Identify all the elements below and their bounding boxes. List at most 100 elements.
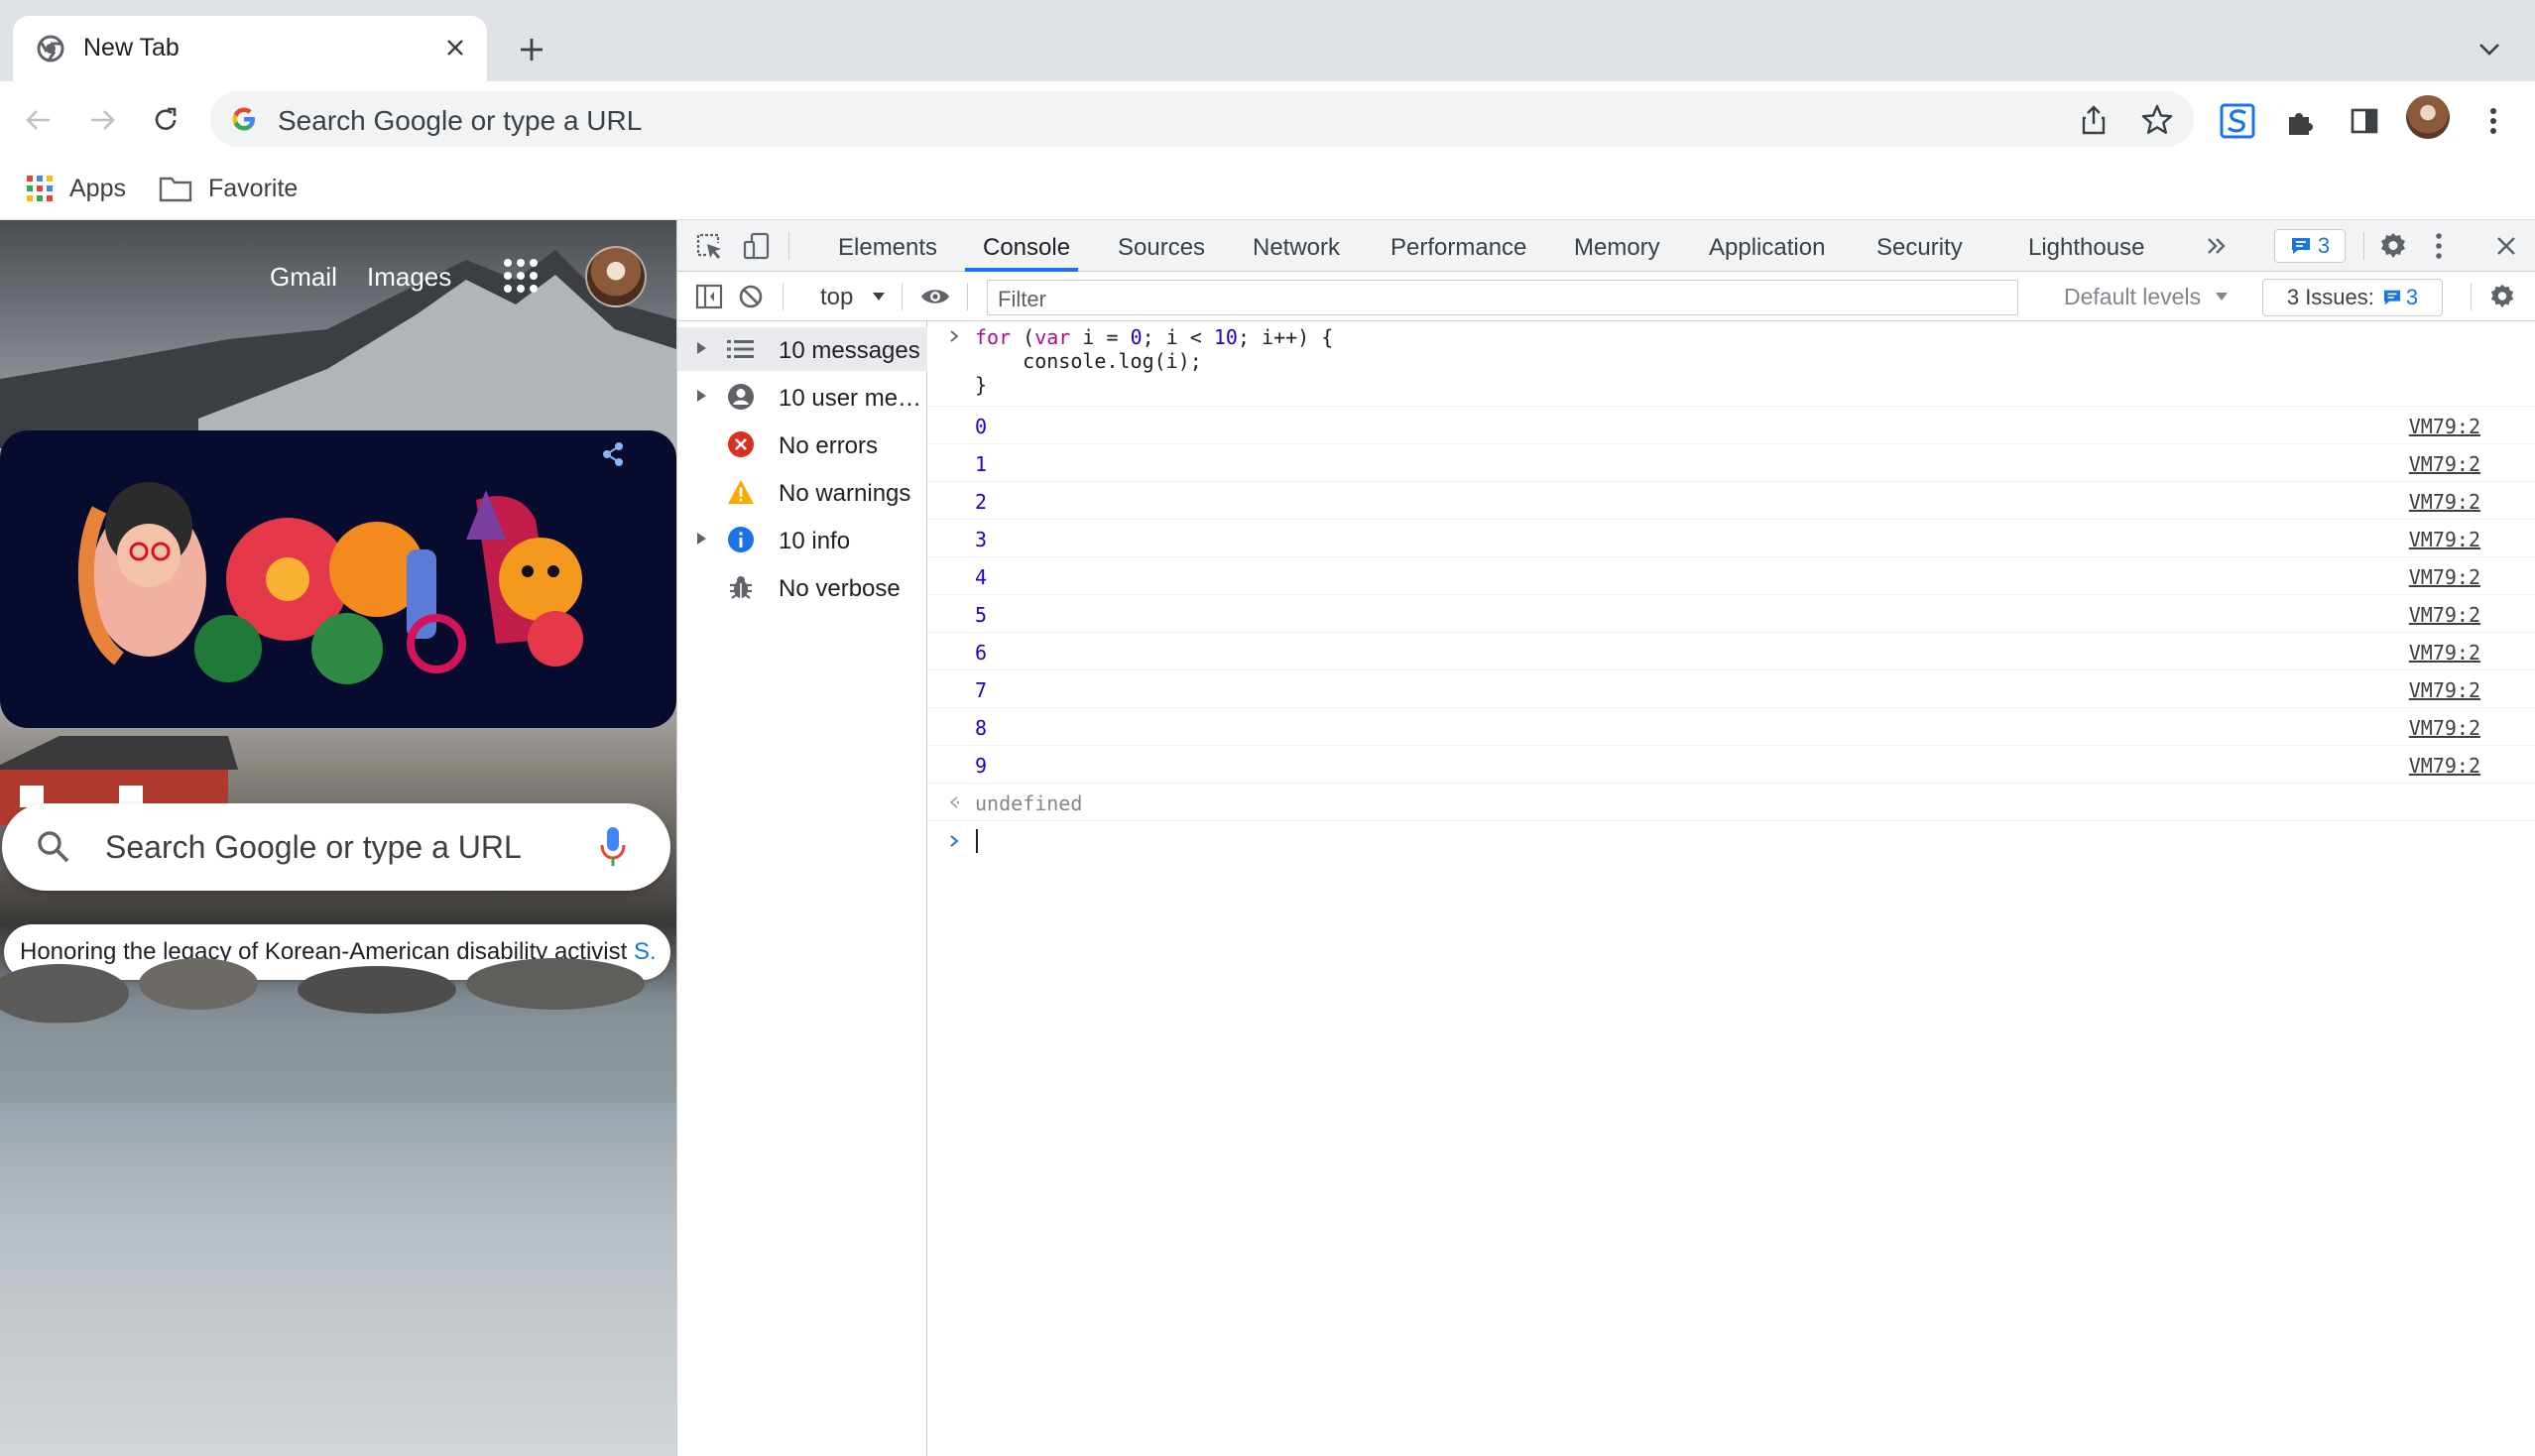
toolbar-divider	[788, 232, 789, 260]
address-bar[interactable]: Search Google or type a URL	[210, 91, 2194, 147]
google-apps-button[interactable]	[501, 256, 541, 296]
expand-triangle-icon[interactable]	[697, 390, 706, 402]
device-toolbar-button[interactable]	[739, 228, 775, 264]
forward-button[interactable]	[81, 99, 123, 141]
chrome-menu-button[interactable]	[2474, 101, 2513, 141]
profile-avatar[interactable]	[2406, 95, 2450, 139]
clear-console-button[interactable]	[733, 279, 769, 314]
expand-triangle-icon[interactable]	[697, 533, 706, 545]
tab-search-button[interactable]	[2470, 30, 2509, 69]
tab-application[interactable]: Application	[1709, 234, 1825, 262]
tab-security[interactable]: Security	[1876, 234, 1963, 262]
share-icon[interactable]	[2077, 103, 2111, 137]
inspect-element-button[interactable]	[691, 228, 727, 264]
console-settings-button[interactable]	[2484, 279, 2520, 314]
bookmark-apps[interactable]: Apps	[26, 169, 126, 208]
log-source-link[interactable]: VM79:2	[2409, 716, 2480, 740]
side-panel-button[interactable]	[2345, 101, 2384, 141]
bookmark-folder-favorite[interactable]: Favorite	[159, 169, 298, 208]
chrome-icon	[37, 35, 64, 62]
console-filter-input[interactable]: Filter	[987, 280, 2018, 315]
log-value: 0	[975, 415, 988, 438]
sidebar-item-info[interactable]: 10 info	[677, 518, 927, 561]
dropdown-arrow-icon	[873, 293, 885, 301]
doodle-illustration	[77, 482, 583, 684]
account-avatar[interactable]	[585, 246, 647, 307]
log-source-link[interactable]: VM79:2	[2409, 490, 2480, 514]
log-source-link[interactable]: VM79:2	[2409, 603, 2480, 627]
sidebar-item-verbose[interactable]: No verbose	[677, 565, 927, 609]
log-source-link[interactable]: VM79:2	[2409, 415, 2480, 438]
log-source-link[interactable]: VM79:2	[2409, 678, 2480, 702]
console-prompt-input[interactable]	[927, 821, 2535, 861]
extensions-button[interactable]	[2281, 101, 2321, 141]
tab-memory[interactable]: Memory	[1574, 234, 1660, 262]
back-button[interactable]	[18, 99, 60, 141]
tab-title: New Tab	[83, 34, 180, 61]
sidebar-item-user-messages[interactable]: 10 user me…	[677, 375, 927, 419]
dropdown-arrow-icon	[2216, 293, 2228, 301]
gear-icon	[2490, 284, 2514, 308]
apps-dot	[504, 272, 512, 280]
devtools-settings-button[interactable]	[2375, 228, 2411, 264]
issues-label: 3 Issues:	[2286, 285, 2374, 309]
share-doodle-icon[interactable]	[599, 440, 627, 468]
expand-triangle-icon[interactable]	[697, 342, 706, 354]
google-doodle[interactable]	[0, 430, 676, 728]
log-source-link[interactable]: VM79:2	[2409, 452, 2480, 476]
tab-elements[interactable]: Elements	[838, 234, 937, 262]
extension-s-button[interactable]	[2218, 101, 2257, 141]
sidebar-item-errors[interactable]: No errors	[677, 423, 927, 466]
toolbar-divider	[902, 283, 903, 310]
devtools-menu-button[interactable]	[2421, 228, 2457, 264]
arrow-right-icon	[91, 110, 115, 130]
gmail-link[interactable]: Gmail	[270, 262, 337, 293]
apps-dot	[504, 285, 512, 293]
live-expression-button[interactable]	[917, 279, 953, 314]
puzzle-icon	[2289, 113, 2313, 135]
toolbar-divider	[2471, 283, 2472, 310]
tab-sources[interactable]: Sources	[1118, 234, 1205, 262]
log-source-link[interactable]: VM79:2	[2409, 528, 2480, 551]
new-tab-button[interactable]	[510, 28, 553, 71]
message-icon	[2291, 238, 2310, 254]
ntp-search-box[interactable]: Search Google or type a URL	[2, 803, 670, 891]
apps-dot	[504, 259, 512, 267]
log-levels-dropdown[interactable]: Default levels	[2064, 284, 2201, 310]
tab-performance[interactable]: Performance	[1390, 234, 1526, 262]
log-source-link[interactable]: VM79:2	[2409, 754, 2480, 778]
close-devtools-button[interactable]	[2488, 228, 2524, 264]
plus-icon	[521, 39, 543, 61]
log-row: 8 VM79:2	[927, 708, 2535, 746]
tab-lighthouse[interactable]: Lighthouse	[2028, 234, 2144, 262]
reload-button[interactable]	[145, 99, 186, 141]
sidebar-item-warnings[interactable]: No warnings	[677, 470, 927, 514]
more-tabs-button[interactable]	[2199, 228, 2234, 264]
bug-icon	[727, 573, 755, 601]
microphone-icon[interactable]	[597, 825, 629, 869]
close-icon	[447, 40, 463, 56]
console-output[interactable]: for (var i = 0; i < 10; i++) { console.l…	[927, 321, 2535, 1456]
tab-network[interactable]: Network	[1253, 234, 1340, 262]
toggle-sidebar-button[interactable]	[691, 279, 727, 314]
tab-close-button[interactable]	[437, 30, 473, 65]
new-tab-page: Gmail Images Search Google or type a URL…	[0, 220, 676, 1456]
toolbar-divider	[967, 283, 968, 310]
log-source-link[interactable]: VM79:2	[2409, 641, 2480, 665]
context-selector[interactable]: top	[820, 284, 853, 311]
code-line-1: for (var i = 0; i < 10; i++) {	[975, 325, 1334, 349]
tab-new-tab[interactable]: New Tab	[13, 16, 487, 81]
apps-dot	[530, 272, 538, 280]
address-bar-placeholder: Search Google or type a URL	[278, 105, 643, 136]
apps-dot	[517, 259, 525, 267]
console-messages-badge[interactable]: 3	[2274, 229, 2346, 263]
sidebar-item-messages[interactable]: 10 messages	[677, 327, 927, 371]
sidebar-item-label: 10 info	[779, 528, 851, 554]
issues-button[interactable]: 3 Issues: 3	[2262, 279, 2443, 316]
images-link[interactable]: Images	[367, 262, 451, 293]
tab-console[interactable]: Console	[983, 234, 1070, 262]
toolbar-divider	[2363, 232, 2364, 260]
devtools-panel: Elements Console Sources Network Perform…	[676, 220, 2535, 1456]
log-source-link[interactable]: VM79:2	[2409, 565, 2480, 589]
bookmark-star-icon[interactable]	[2140, 103, 2174, 137]
